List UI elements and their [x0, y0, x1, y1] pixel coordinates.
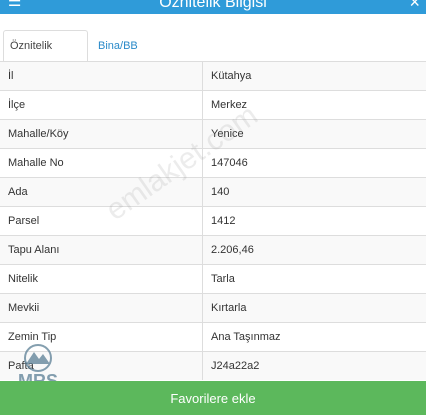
table-row: İlçeMerkez — [0, 91, 426, 120]
table-row: İlKütahya — [0, 62, 426, 91]
table-row: PaftaJ24a22a2 — [0, 352, 426, 381]
attribute-key: Mahalle No — [0, 149, 203, 178]
attribute-value: 1412 — [203, 207, 426, 236]
add-to-favorites-button[interactable]: Favorilere ekle — [0, 381, 426, 415]
table-row: MevkiiKırtarla — [0, 294, 426, 323]
table-row: Ada140 — [0, 178, 426, 207]
attribute-value: J24a22a2 — [203, 352, 426, 381]
table-row: Zemin TipAna Taşınmaz — [0, 323, 426, 352]
attribute-value: Yenice — [203, 120, 426, 149]
dialog-header: ☰ Öznitelik Bilgisi × — [0, 0, 426, 14]
attribute-value: Merkez — [203, 91, 426, 120]
attribute-value: 2.206,46 — [203, 236, 426, 265]
tab-bar: Öznitelik Bilgisi Bina/BB Listesi — [0, 22, 426, 62]
attribute-value: Ana Taşınmaz — [203, 323, 426, 352]
tab-oznitelik-bilgisi[interactable]: Öznitelik Bilgisi — [3, 30, 88, 62]
attribute-key: Zemin Tip — [0, 323, 203, 352]
attribute-value: Kütahya — [203, 62, 426, 91]
attribute-value: 140 — [203, 178, 426, 207]
attribute-table: İlKütahya İlçeMerkez Mahalle/KöyYenice M… — [0, 61, 426, 380]
attribute-key: Pafta — [0, 352, 203, 381]
tab-bina-bb-listesi[interactable]: Bina/BB Listesi — [91, 30, 177, 62]
attribute-key: Mahalle/Köy — [0, 120, 203, 149]
attribute-key: Mevkii — [0, 294, 203, 323]
attribute-value: 147046 — [203, 149, 426, 178]
table-row: Mahalle No147046 — [0, 149, 426, 178]
attribute-key: İl — [0, 62, 203, 91]
table-row: Mahalle/KöyYenice — [0, 120, 426, 149]
table-row: Tapu Alanı2.206,46 — [0, 236, 426, 265]
attribute-key: Nitelik — [0, 265, 203, 294]
attribute-key: Parsel — [0, 207, 203, 236]
attribute-key: Tapu Alanı — [0, 236, 203, 265]
dialog-title: Öznitelik Bilgisi — [0, 0, 426, 13]
attribute-key: Ada — [0, 178, 203, 207]
close-icon[interactable]: × — [409, 0, 420, 12]
attribute-key: İlçe — [0, 91, 203, 120]
attribute-value: Kırtarla — [203, 294, 426, 323]
table-row: NitelikTarla — [0, 265, 426, 294]
attribute-value: Tarla — [203, 265, 426, 294]
table-row: Parsel1412 — [0, 207, 426, 236]
